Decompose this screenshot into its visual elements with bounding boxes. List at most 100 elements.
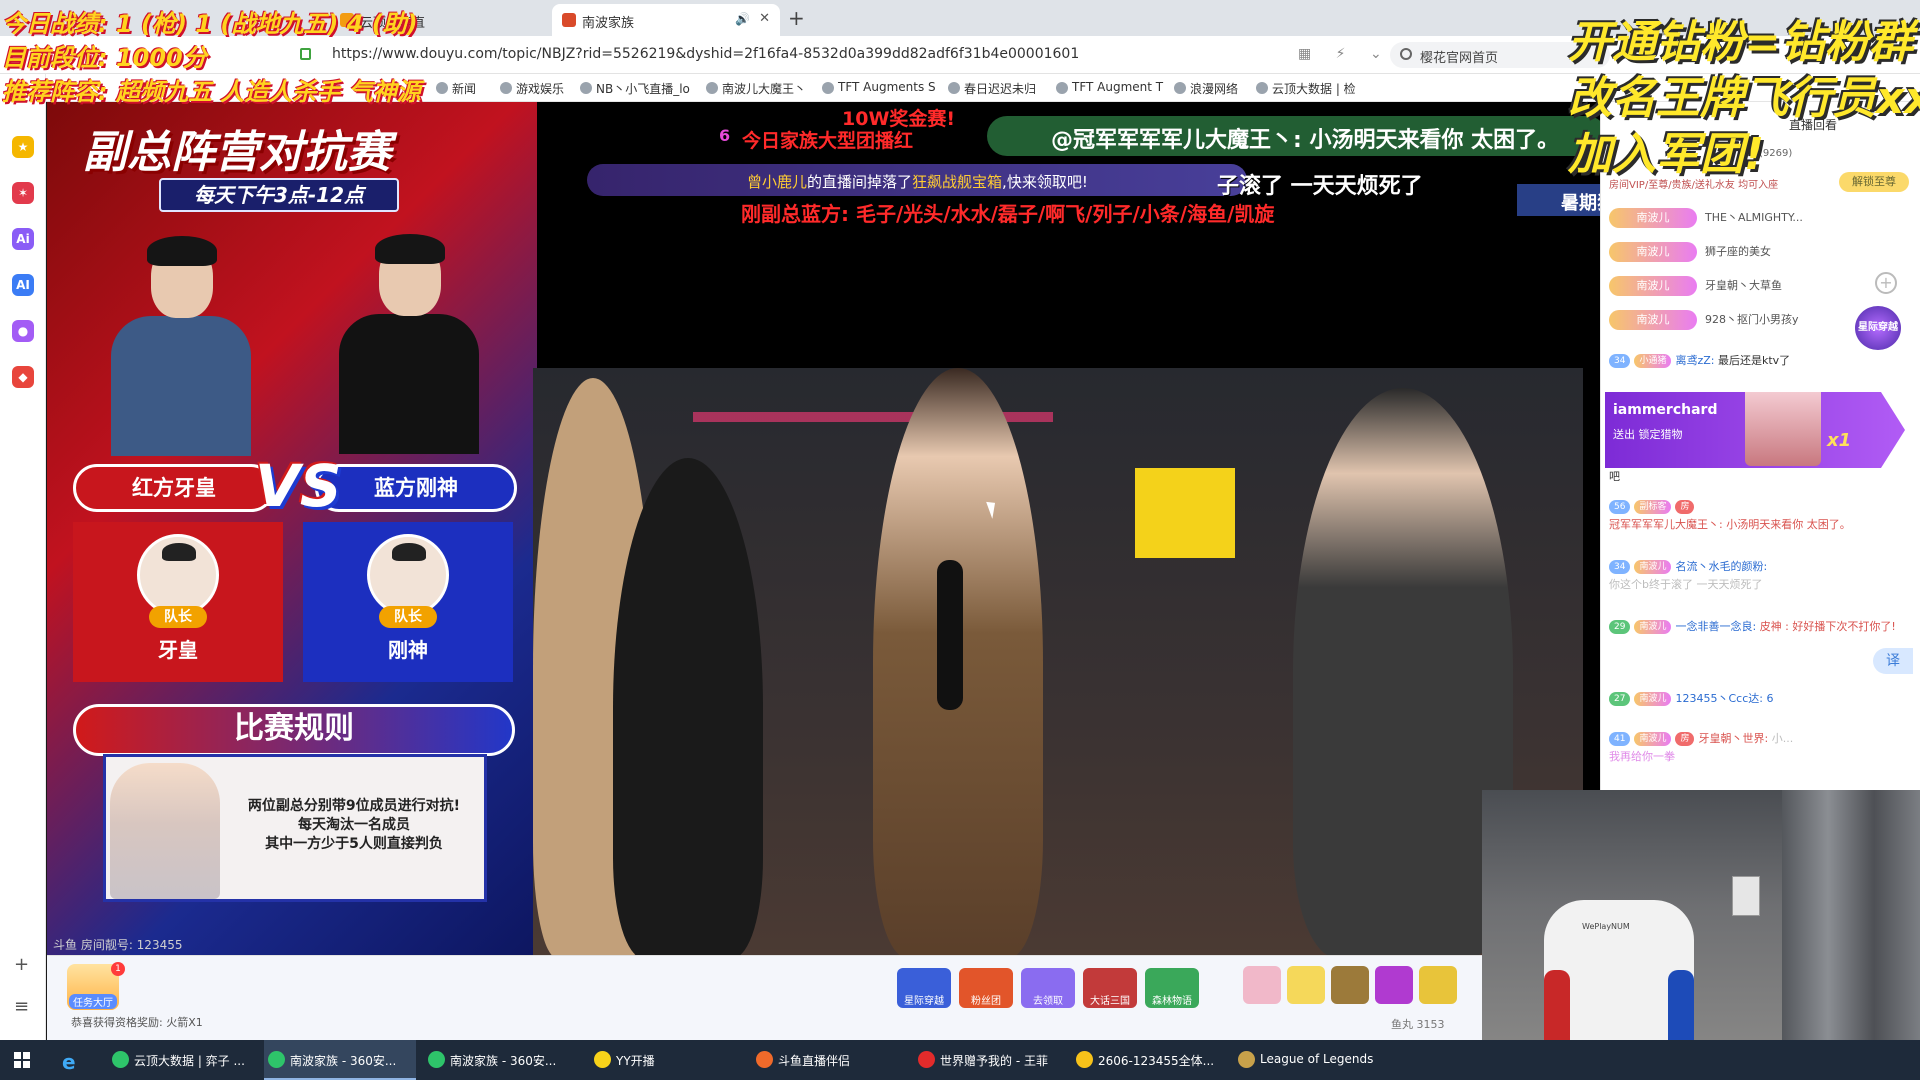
chat-panel: 直播回看 (9269) 房间VIP/至尊/贵族/送礼水友 均可入座 解锁至尊 南… (1600, 102, 1920, 790)
video-player[interactable]: 副总阵营对抗赛 每天下午3点-12点 红方牙皇 蓝方刚神 VS 队长 牙皇 队长… (47, 102, 1600, 955)
chair-brand: WePlayNUM (1582, 922, 1630, 931)
fan-badge: 南波儿 (1609, 208, 1697, 228)
red-captain-photo (111, 236, 251, 456)
live-stage-scene (533, 368, 1583, 955)
gift-item[interactable] (1243, 966, 1281, 1004)
bookmark-item[interactable]: 新闻 (436, 80, 476, 97)
task-hall-label: 任务大厅 (69, 994, 117, 1009)
reward-message: 恭喜获得资格奖励: 火箭X1 (71, 1016, 203, 1029)
game-label: 去领取 (1033, 996, 1063, 1007)
game-label: 大话三国 (1090, 996, 1130, 1007)
taskbar-item[interactable]: 2606-123455全体... (1072, 1040, 1224, 1080)
overlay-number: 6 (719, 126, 731, 145)
ie-icon[interactable]: e (62, 1050, 76, 1074)
league-icon (1238, 1051, 1255, 1068)
bookmark-item[interactable]: 春日迟迟未归 (948, 80, 1036, 97)
bookmark-item[interactable]: 浪漫网络 (1174, 80, 1238, 97)
gift-item[interactable] (1419, 966, 1457, 1004)
speaker-icon[interactable]: 🔊 (735, 12, 750, 26)
gift-image (1745, 392, 1821, 466)
taskbar-item[interactable]: 南波家族 - 360安... (424, 1040, 576, 1080)
drop-notification[interactable]: 曾小鹿儿的直播间掉落了狂飙战舰宝箱,快来领取吧! (587, 164, 1247, 196)
captain-name: 刚神 (388, 638, 428, 662)
address-actions[interactable]: ▦ ⚡ ⌄ (1298, 46, 1392, 62)
overlay-today-record: 今日战绩: 1 (枪) 1 (战地九五) 4 (助) (2, 10, 418, 38)
taskbar-item[interactable]: League of Legends (1234, 1040, 1394, 1080)
close-icon[interactable]: ✕ (759, 11, 770, 26)
network-icon[interactable]: ✶ (12, 182, 34, 204)
overlay-rank: 目前段位: 1000分 (2, 44, 207, 72)
rules-box: 两位副总分别带9位成员进行对抗! 每天淘汰一名成员 其中一方少于5人则直接判负 (103, 754, 487, 902)
overlay-fan-promo: 开通钻粉=钻粉群 (1568, 17, 1913, 68)
gift-item[interactable] (1331, 966, 1369, 1004)
blue-captain-photo (339, 234, 479, 454)
gift-bar: 任务大厅 1 恭喜获得资格奖励: 火箭X1 星际穿越 粉丝团 去领取 大话三国 … (47, 955, 1600, 1040)
ai-assistant-icon[interactable]: Ai (12, 228, 34, 250)
gift-sender: iammerchard (1613, 402, 1718, 418)
fan-badge: 南波儿 (1609, 310, 1697, 330)
host-photo (110, 763, 220, 899)
rank-user: THE丶ALMIGHTY... (1705, 211, 1803, 224)
tab-nanbo[interactable]: 南波家族 🔊 ✕ (552, 4, 780, 36)
screen: 云顶之弈直 南波家族 🔊 ✕ + https://www.douyu.com/t… (0, 0, 1920, 1080)
gamepad-icon[interactable]: ◆ (12, 366, 34, 388)
lock-icon (300, 48, 311, 60)
wall-poster (1135, 468, 1235, 558)
gift-item[interactable] (1287, 966, 1325, 1004)
taskbar-item[interactable]: 云顶大数据 | 弈子 ... (108, 1040, 258, 1080)
taskbar-item[interactable]: 世界赠予我的 - 王菲 (914, 1040, 1064, 1080)
bookmark-item[interactable]: NB丶小飞直播_lo (580, 80, 690, 97)
summer-banner[interactable]: 暑期狂 (1517, 184, 1600, 216)
browser-sidebar: ★ ✶ Ai AI ● ◆ + ≡ (0, 74, 46, 1040)
favorites-star-icon[interactable]: ★ (12, 136, 34, 158)
microphone (937, 560, 963, 710)
taskbar-item[interactable]: YY开播 (590, 1040, 710, 1080)
star-travel-icon[interactable]: 星际穿越 (1855, 306, 1901, 350)
rank-row[interactable]: 南波儿 928丶抠门小男孩y (1609, 310, 1839, 336)
bookmark-item[interactable]: 南波儿大魔王丶 (706, 80, 806, 97)
chat-message: 吧 (1609, 470, 1620, 483)
rank-row[interactable]: 南波儿 狮子座的美女 (1609, 242, 1839, 268)
rules-line: 两位副总分别带9位成员进行对抗! (247, 798, 461, 814)
bookmark-item[interactable]: TFT Augment T (1056, 80, 1163, 94)
gift-item[interactable] (1375, 966, 1413, 1004)
room-number: 斗鱼 房间靓号: 123455 (53, 938, 183, 952)
search-icon (1400, 48, 1412, 60)
taskbar-item[interactable]: 斗鱼直播伴侣 (752, 1040, 892, 1080)
robot-icon[interactable]: ● (12, 320, 34, 342)
tab-favicon-icon (562, 13, 576, 27)
yy-icon (594, 1051, 611, 1068)
add-icon[interactable]: + (14, 954, 29, 975)
danmu-message: 子滚了 一天天烦死了 (1217, 174, 1423, 199)
blue-captain-card: 队长 刚神 (303, 522, 513, 682)
game-label: 粉丝团 (971, 996, 1001, 1007)
bookmark-item[interactable]: 游戏娱乐 (500, 80, 564, 97)
rank-user: 928丶抠门小男孩y (1705, 313, 1799, 326)
tab-label: 南波家族 (582, 16, 635, 31)
new-tab-button[interactable]: + (788, 6, 805, 30)
unlock-button[interactable]: 解锁至尊 (1839, 172, 1909, 192)
bookmark-item[interactable]: 云顶大数据 | 检 (1256, 80, 1356, 97)
chat-message: 34 小通猪 离鸢zZ: 最后还是ktv了 (1609, 352, 1909, 370)
rules-line: 其中一方少于5人则直接判负 (265, 836, 443, 852)
menu-list-icon[interactable]: ≡ (14, 996, 29, 1017)
poster-schedule: 每天下午3点-12点 (159, 178, 399, 212)
ai-icon[interactable]: AI (12, 274, 34, 296)
rank-row[interactable]: 南波儿 THE丶ALMIGHTY... (1609, 208, 1839, 234)
windows-start-icon[interactable] (14, 1052, 30, 1068)
rank-user: 牙皇朝丶大草鱼 (1705, 279, 1782, 292)
fishball-count: 鱼丸 3153 (1391, 1018, 1445, 1031)
rank-row[interactable]: 南波儿 牙皇朝丶大草鱼 (1609, 276, 1839, 302)
taskbar-item[interactable]: 南波家族 - 360安... (264, 1040, 416, 1080)
chat-app-icon (1076, 1051, 1093, 1068)
notification-badge: 1 (111, 962, 125, 976)
rules-text: 两位副总分别带9位成员进行对抗! 每天淘汰一名成员 其中一方少于5人则直接判负 (224, 797, 484, 854)
plus-icon[interactable]: + (1875, 272, 1897, 294)
url-field[interactable]: https://www.douyu.com/topic/NBJZ?rid=552… (332, 46, 1079, 62)
performer-right (1293, 388, 1513, 955)
translate-button[interactable]: 译 (1873, 648, 1913, 674)
overlay-rename-promo: 改名王牌飞行员xx (1568, 73, 1920, 124)
bookmark-item[interactable]: TFT Augments S (822, 80, 936, 94)
browser-360-icon (112, 1051, 129, 1068)
overlay-join-promo: 加入军团! (1568, 129, 1765, 180)
